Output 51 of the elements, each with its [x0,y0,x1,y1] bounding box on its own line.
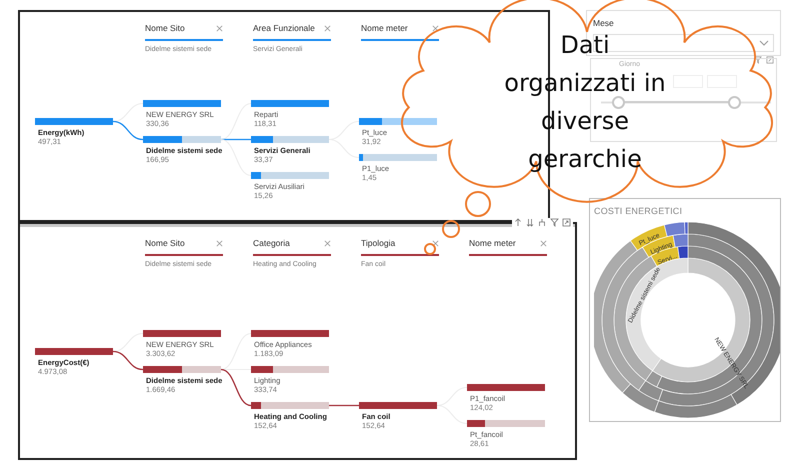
fork-arrow-icon[interactable] [538,218,547,227]
close-icon[interactable] [324,240,331,247]
chart-title: COSTI ENERGETICI [594,205,684,218]
connector-line [329,404,359,406]
bar-track[interactable] [467,420,545,427]
filter-icon[interactable] [754,56,762,64]
connector-line [112,120,144,140]
arrow-up-icon[interactable] [514,218,523,227]
bubble-trail-circle [442,220,460,238]
column-header[interactable]: Categoria [253,237,290,250]
expand-icon[interactable] [562,218,571,227]
connector-line [436,387,468,406]
bar-track[interactable] [251,402,329,409]
slider-thumb[interactable] [728,96,741,108]
close-icon[interactable] [432,24,439,32]
bar-track[interactable] [143,366,221,373]
bar-track[interactable] [251,172,329,179]
bubble-trail-circle [424,243,436,255]
connector-line [436,405,468,424]
bar-fill[interactable] [359,118,382,125]
chevron-down-icon [759,40,769,46]
column-header[interactable]: Tipologia [361,237,396,250]
double-arrow-down-icon[interactable] [526,218,535,227]
column-header[interactable]: Nome meter [361,22,408,35]
bar-track[interactable] [251,366,329,373]
close-icon[interactable] [216,240,223,247]
column-header[interactable]: Nome Sito [145,237,185,250]
bar-track[interactable] [143,136,221,143]
close-icon[interactable] [432,240,439,247]
bar-fill[interactable] [251,172,262,179]
filter-icon[interactable] [550,218,559,227]
close-icon[interactable] [540,240,547,247]
slicer-title: Mese [593,17,615,30]
expand-icon[interactable] [766,56,774,64]
bar-track[interactable] [251,136,329,143]
connector-line [112,350,144,370]
bar-track[interactable] [359,154,437,161]
bar-fill[interactable] [251,402,262,409]
bubble-trail-circle [465,191,491,217]
connector-line [328,139,360,158]
close-icon[interactable] [324,24,331,32]
column-header[interactable]: Area Funzionale [253,22,315,35]
column-header[interactable]: Nome Sito [145,22,185,35]
connector-line [112,103,144,122]
connector-line [328,121,360,140]
bar-track[interactable] [359,118,437,125]
connector-line [112,333,144,352]
callout-text: Dati [560,33,610,57]
column-header[interactable]: Nome meter [469,237,516,250]
slider-thumb[interactable] [612,96,625,108]
close-icon[interactable] [216,24,223,32]
